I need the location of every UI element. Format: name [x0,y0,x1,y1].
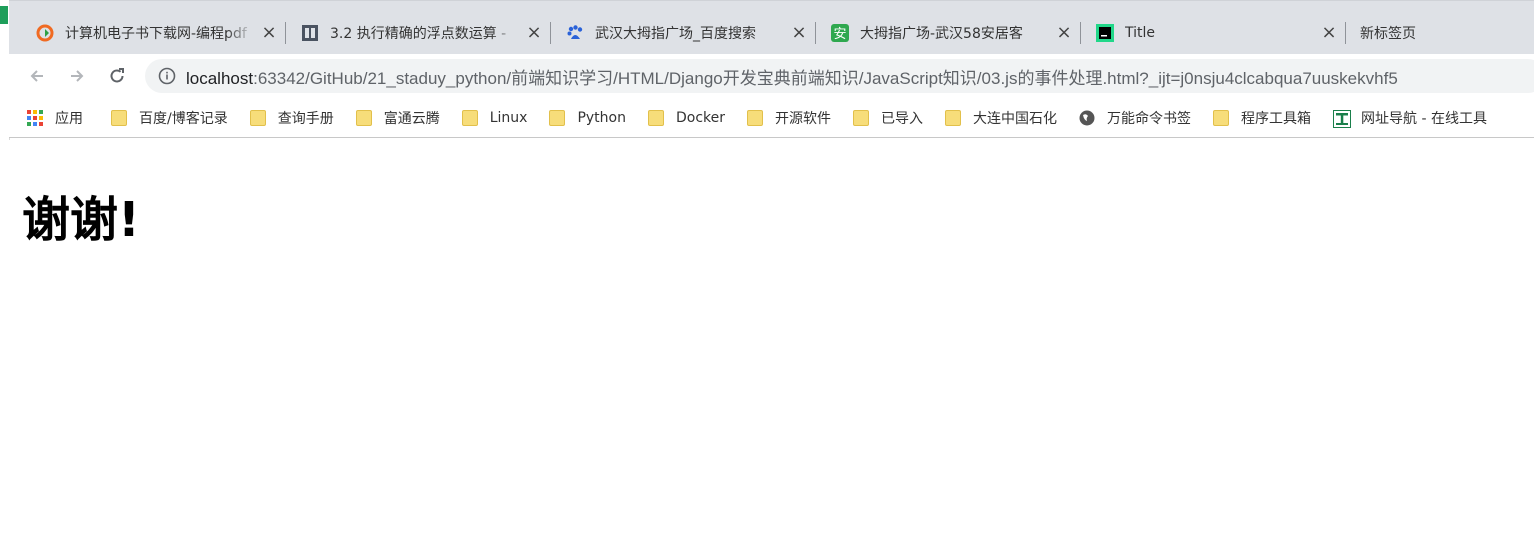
bookmark-label: 大连中国石化 [973,111,1058,127]
close-icon[interactable]: × [260,24,278,42]
bookmark-label: 程序工具箱 [1241,111,1312,127]
bookmark-label: 富通云腾 [383,111,440,127]
close-icon[interactable]: × [1055,24,1073,42]
bookmark-folder[interactable]: Linux [454,104,536,132]
folder-icon [945,110,962,126]
tab-title: Title [1125,25,1156,41]
folder-icon [647,110,664,126]
globe-icon [1079,110,1095,126]
forward-button[interactable] [61,60,93,92]
pycharm-icon [1095,23,1115,43]
arrow-left-icon [30,70,43,82]
bookmark-folder[interactable]: 大连中国石化 [937,104,1065,132]
tab-title: 3.2 执行精确的浮点数运算 - [330,26,507,42]
tab-strip: 计算机电子书下载网-编程pdf × 3.2 执行精确的浮点数运算 - × 武汉大… [9,0,1534,55]
tool-t-icon [1333,110,1352,128]
url-path: :63342/GitHub/21_staduy_python/前端知识学习/HT… [253,68,1398,88]
tab-float-arithmetic[interactable]: 3.2 执行精确的浮点数运算 - × [286,13,551,53]
bookmark-label: 百度/博客记录 [139,111,228,127]
close-icon[interactable]: × [790,24,808,42]
folder-icon [1213,110,1230,126]
tab-title: 计算机电子书下载网-编程pdf [65,26,247,42]
bookmark-folder[interactable]: 富通云腾 [348,104,448,132]
back-button[interactable] [21,60,53,92]
bookmark-apps[interactable]: 应用 [9,104,91,132]
bookmark-label: Python [577,110,626,126]
bookmark-label: 开源软件 [775,111,832,127]
page-content: 谢谢! [9,140,1534,540]
anjuke-green-icon: 安 [830,23,850,43]
info-icon[interactable] [158,67,176,85]
url-host: localhost [186,68,254,88]
bookmark-label: 应用 [55,111,83,127]
folder-icon [355,110,372,126]
url-text[interactable]: localhost:63342/GitHub/21_staduy_python/… [186,64,1398,89]
tab-title: 武汉大拇指广场_百度搜索 [595,26,756,42]
bookmark-folder[interactable]: 开源软件 [739,104,839,132]
book-icon [300,23,320,43]
tab-title: 新标签页 [1360,26,1416,42]
folder-icon [249,110,266,126]
bookmark-folder[interactable]: 查询手册 [242,104,342,132]
close-icon[interactable]: × [525,24,543,42]
arrow-right-icon [71,70,84,82]
bookmark-link[interactable]: 网址导航 - 在线工具 [1325,104,1495,132]
bookmark-label: Docker [675,110,726,126]
tab-anjuke[interactable]: 安 大拇指广场-武汉58安居客 × [816,13,1081,53]
folder-icon [111,110,127,126]
tab-title-page[interactable]: Title × [1081,13,1346,53]
bookmarks-bar: 应用 百度/博客记录 查询手册 富通云腾 Linux Python Docker… [9,99,1534,138]
chrome-refresh-orange-icon [35,23,55,43]
tab-new-tab[interactable]: 新标签页 [1346,13,1526,53]
bookmark-folder[interactable]: 已导入 [845,104,931,132]
reload-button[interactable] [101,60,133,92]
folder-icon [853,110,870,126]
address-bar[interactable]: localhost:63342/GitHub/21_staduy_python/… [145,59,1534,93]
bookmark-label: Linux [489,110,528,126]
bookmark-folder[interactable]: Python [541,104,634,132]
baidu-paw-icon [565,23,585,43]
tab-title: 大拇指广场-武汉58安居客 [860,26,1023,42]
tab-baidu-search[interactable]: 武汉大拇指广场_百度搜索 × [551,13,816,53]
bookmark-label: 网址导航 - 在线工具 [1361,111,1487,127]
svg-text:安: 安 [833,27,846,42]
bookmark-label: 万能命令书签 [1107,111,1192,127]
folder-icon [747,110,764,126]
folder-icon [549,110,566,126]
bookmark-folder[interactable]: 程序工具箱 [1205,104,1319,132]
bookmark-label: 查询手册 [277,111,334,127]
tab-ebook-site[interactable]: 计算机电子书下载网-编程pdf × [21,13,286,53]
folder-icon [461,110,478,126]
reload-icon [110,68,124,83]
bookmark-folder[interactable]: 百度/博客记录 [103,104,236,132]
browser-toolbar: localhost:63342/GitHub/21_staduy_python/… [9,54,1534,99]
page-heading: 谢谢! [22,192,140,248]
bookmark-link[interactable]: 万能命令书签 [1071,104,1199,132]
apps-grid-icon [27,110,43,126]
close-icon[interactable]: × [1320,24,1338,42]
bookmark-folder[interactable]: Docker [640,104,733,132]
bookmark-label: 已导入 [881,111,924,127]
